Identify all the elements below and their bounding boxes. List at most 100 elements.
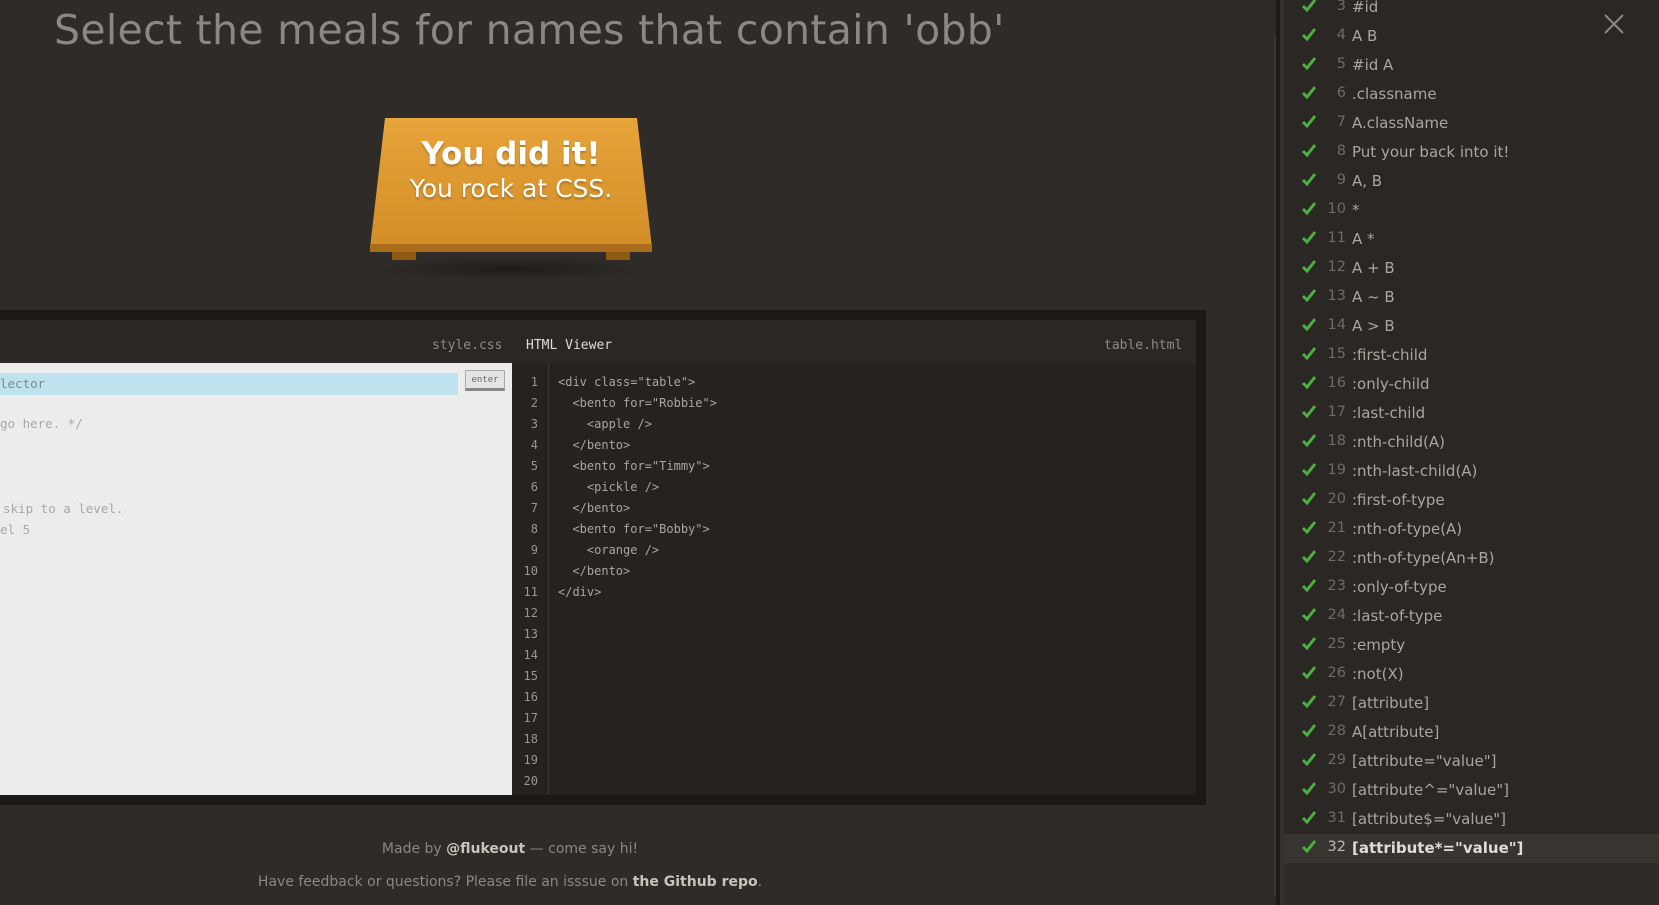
level-item[interactable]: 22:nth-of-type(An+B) [1284,544,1659,573]
level-item[interactable]: 14 A > B [1284,312,1659,341]
html-code-line[interactable]: </bento> [558,501,630,515]
level-number: 10 [1327,201,1346,217]
checkmark-icon [1301,28,1317,42]
level-item[interactable]: 8 Put your back into it! [1284,138,1659,167]
level-number: 15 [1327,346,1346,362]
level-item[interactable]: 26:not(X) [1284,660,1659,689]
html-code-line[interactable]: </bento> [558,564,630,578]
html-viewer-body: 1 2 3 4 5 6 7 8 9 10 11 12 13 14 15 16 17 18 19 20 <div cla… [512,363,1196,795]
level-number: 6 [1336,85,1346,101]
level-item[interactable]: 24 :last-of-type [1284,602,1659,631]
level-number: 18 [1327,433,1346,449]
html-viewer-tab[interactable]: HTML Viewer [526,330,612,362]
checkmark-icon [1301,405,1317,419]
level-item[interactable]: 12 A + B [1284,254,1659,283]
level-item[interactable]: 20:first-of-type [1284,486,1659,515]
enter-button[interactable]: enter [465,370,505,391]
checkmark-icon [1301,463,1317,477]
level-number: 29 [1327,752,1346,768]
level-name: [attribute="value"] [1352,752,1497,770]
level-item[interactable]: 29 [attribute="value"] [1284,747,1659,776]
level-number: 14 [1327,317,1346,333]
level-sidebar: 3 #id 4 A B 5 #id A 6 .classname 7 A.className 8 Pu… [1284,0,1659,905]
level-number: 31 [1327,810,1346,826]
level-number: 4 [1336,27,1346,43]
checkmark-icon [1301,318,1317,332]
table-shadow [370,258,652,280]
line-number: 4 [530,438,538,452]
level-name: :only-child [1352,375,1430,393]
line-number: 16 [523,690,538,704]
table-leg-right [606,252,630,260]
css-comment-line: go here. */ [0,416,83,431]
checkmark-icon [1301,289,1317,303]
author-link[interactable]: @flukeout [446,841,525,857]
css-selector-input[interactable] [0,373,458,395]
level-item[interactable]: 27 [attribute] [1284,689,1659,718]
level-instruction: Select the meals for names that contain … [54,6,1005,54]
level-item[interactable]: 15:first-child [1284,341,1659,370]
level-item[interactable]: 30 [attribute^="value"] [1284,776,1659,805]
level-item[interactable]: 9 A, B [1284,167,1659,196]
level-item[interactable]: 5 #id A [1284,51,1659,80]
level-item[interactable]: 7 A.className [1284,109,1659,138]
level-name: :nth-of-type(A) [1352,520,1463,538]
level-item[interactable]: 6 .classname [1284,80,1659,109]
checkmark-icon [1301,57,1317,71]
html-code-line[interactable]: <orange /> [558,543,659,557]
level-item[interactable]: 23:only-of-type [1284,573,1659,602]
level-name: :not(X) [1352,665,1404,683]
html-code-line[interactable]: <bento for="Timmy"> [558,459,709,473]
html-code-line[interactable]: </bento> [558,438,630,452]
level-item[interactable]: 16:only-child [1284,370,1659,399]
html-code-line[interactable]: <div class="table"> [558,375,695,389]
checkmark-icon [1301,724,1317,738]
checkmark-icon [1301,260,1317,274]
css-editor-body[interactable]: enter go here. */ skip to a level. el 5 [0,363,512,795]
winner-heading: You did it! [421,136,601,172]
level-name: A.className [1352,114,1449,132]
github-repo-link[interactable]: the Github repo [633,874,758,890]
level-item[interactable]: 13 A ~ B [1284,283,1659,312]
level-item[interactable]: 25 :empty [1284,631,1659,660]
level-item[interactable]: 17:last-child [1284,399,1659,428]
level-item[interactable]: 10 * [1284,196,1659,225]
level-item[interactable]: 21 :nth-of-type(A) [1284,515,1659,544]
line-number: 11 [523,585,538,599]
footer-say-hi: — come say hi! [529,841,639,857]
level-item[interactable]: 19:nth-last-child(A) [1284,457,1659,486]
checkmark-icon [1301,521,1317,535]
checkmark-icon [1301,811,1317,825]
level-item[interactable]: 28 A[attribute] [1284,718,1659,747]
level-number: 27 [1327,694,1346,710]
html-code-line[interactable]: <bento for="Bobby"> [558,522,709,536]
level-name: [attribute^="value"] [1352,781,1510,799]
line-number: 17 [523,711,538,725]
level-name: :last-of-type [1352,607,1443,625]
level-item[interactable]: 18:nth-child(A) [1284,428,1659,457]
level-name: :last-child [1352,404,1426,422]
html-file-tab[interactable]: table.html [1104,330,1182,362]
level-name: [attribute] [1352,694,1430,712]
html-code-line[interactable]: <apple /> [558,417,652,431]
level-name: .classname [1352,85,1437,103]
level-number: 25 [1327,636,1346,652]
html-code-line[interactable]: <pickle /> [558,480,659,494]
level-name: Put your back into it! [1352,143,1510,161]
checkmark-icon [1301,173,1317,187]
html-code-line[interactable]: </div> [558,585,601,599]
checkmark-icon [1301,695,1317,709]
level-number: 24 [1327,607,1346,623]
line-number: 8 [530,522,538,536]
level-number: 28 [1327,723,1346,739]
level-item[interactable]: 11 A * [1284,225,1659,254]
level-item[interactable]: 32 [attribute*="value"] [1284,834,1659,863]
level-name: :empty [1352,636,1406,654]
close-icon[interactable] [1602,12,1626,36]
css-file-tab[interactable]: style.css [432,330,502,362]
level-item[interactable]: 31 [attribute$="value"] [1284,805,1659,834]
level-number: 30 [1327,781,1346,797]
html-code-line[interactable]: <bento for="Robbie"> [558,396,717,410]
level-list: 3 #id 4 A B 5 #id A 6 .classname 7 A.className 8 Pu… [1284,0,1659,863]
level-number: 21 [1327,520,1346,536]
